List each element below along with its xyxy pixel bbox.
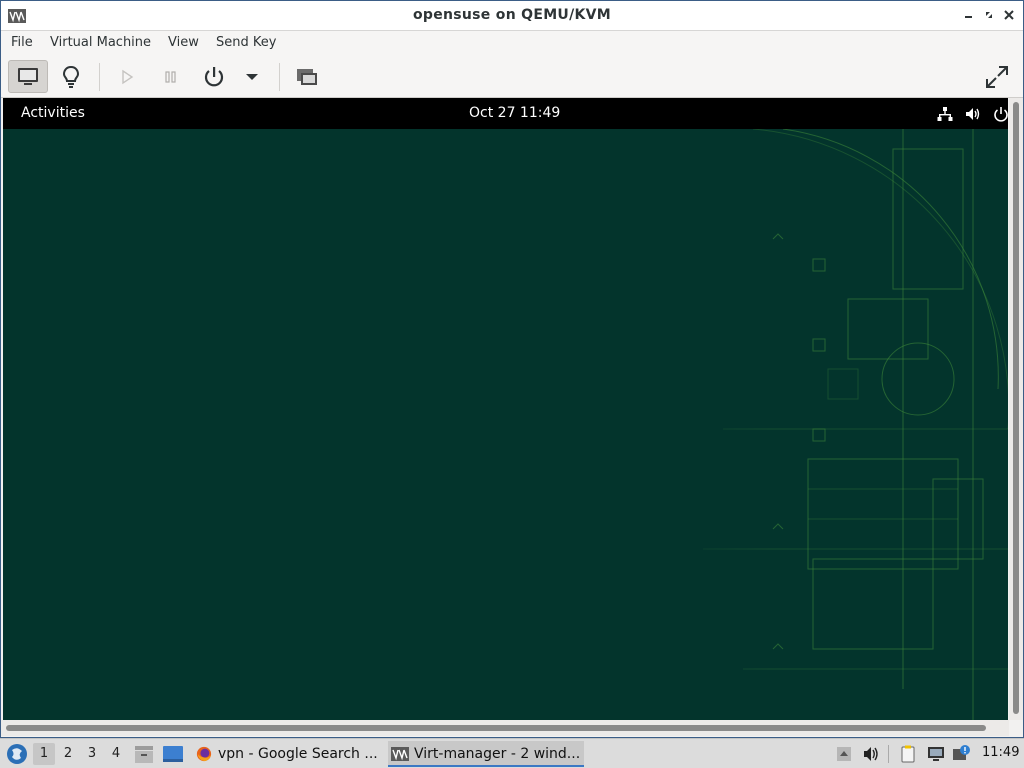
show-console-button[interactable]	[8, 60, 48, 93]
vertical-scrollbar[interactable]	[1009, 98, 1023, 720]
toolbar-separator	[279, 63, 280, 91]
task-firefox[interactable]: vpn - Google Search ...	[192, 741, 382, 767]
volume-icon[interactable]	[965, 106, 981, 122]
tray-expand-icon[interactable]	[834, 744, 854, 764]
menu-virtual-machine[interactable]: Virtual Machine	[50, 35, 151, 50]
pause-icon	[165, 70, 176, 83]
fullscreen-icon	[986, 65, 1008, 88]
play-icon	[122, 69, 134, 84]
activities-button[interactable]: Activities	[21, 105, 85, 121]
tray-separator	[888, 745, 889, 763]
file-manager-icon[interactable]	[133, 743, 155, 765]
run-button[interactable]	[107, 60, 147, 93]
shutdown-menu-button[interactable]	[233, 60, 271, 93]
update-notifier-icon[interactable]	[952, 744, 972, 764]
restore-icon[interactable]	[981, 7, 997, 23]
firefox-icon	[196, 746, 212, 762]
toolbar-separator	[99, 63, 100, 91]
show-desktop-icon[interactable]	[162, 743, 184, 765]
virt-viewer-window: opensuse on QEMU/KVM File Virtual Machin…	[0, 0, 1024, 738]
network-monitor-icon[interactable]	[926, 744, 946, 764]
workspace-4[interactable]: 4	[105, 743, 127, 765]
network-icon[interactable]	[937, 106, 953, 122]
menu-file[interactable]: File	[11, 35, 33, 50]
pause-button[interactable]	[151, 60, 191, 93]
task-label: Virt-manager - 2 wind...	[414, 746, 581, 762]
taskbar-clock[interactable]: 11:49	[982, 745, 1019, 760]
switch-display-button[interactable]	[287, 60, 327, 93]
host-taskbar: 1 2 3 4 vpn - Google Search ... Virt-man…	[0, 738, 1024, 768]
toolbar	[1, 55, 1023, 98]
vertical-scroll-thumb[interactable]	[1013, 102, 1019, 714]
lightbulb-icon	[62, 65, 80, 88]
shutdown-button[interactable]	[194, 60, 234, 93]
show-details-button[interactable]	[51, 60, 91, 93]
workspace-1[interactable]: 1	[33, 743, 55, 765]
minimize-icon[interactable]	[961, 7, 977, 23]
monitor-icon	[18, 67, 38, 85]
gnome-top-bar: Activities Oct 27 11:49	[3, 98, 1008, 129]
start-menu-icon[interactable]	[6, 743, 28, 765]
fullscreen-button[interactable]	[977, 60, 1017, 93]
volume-icon[interactable]	[862, 744, 882, 764]
workspace-2[interactable]: 2	[57, 743, 79, 765]
window-title: opensuse on QEMU/KVM	[412, 7, 612, 23]
horizontal-scrollbar[interactable]	[1, 720, 1009, 736]
task-label: vpn - Google Search ...	[218, 746, 378, 762]
menubar: File Virtual Machine View Send Key	[1, 31, 1023, 55]
close-icon[interactable]	[1001, 7, 1017, 23]
power-icon[interactable]	[993, 106, 1008, 122]
virt-manager-icon	[391, 747, 409, 761]
task-virt-manager[interactable]: Virt-manager - 2 wind...	[388, 741, 584, 767]
menu-view[interactable]: View	[168, 35, 199, 50]
power-icon	[204, 66, 224, 86]
dropdown-icon	[246, 73, 258, 80]
gnome-clock[interactable]: Oct 27 11:49	[469, 105, 560, 121]
screenshot-icon	[297, 68, 317, 85]
wallpaper-blueprint	[643, 129, 1008, 720]
horizontal-scroll-thumb[interactable]	[6, 725, 986, 731]
menu-send-key[interactable]: Send Key	[216, 35, 276, 50]
titlebar[interactable]: opensuse on QEMU/KVM	[1, 1, 1023, 31]
clipboard-icon[interactable]	[898, 744, 918, 764]
guest-display[interactable]: Activities Oct 27 11:49	[3, 98, 1008, 720]
workspace-3[interactable]: 3	[81, 743, 103, 765]
